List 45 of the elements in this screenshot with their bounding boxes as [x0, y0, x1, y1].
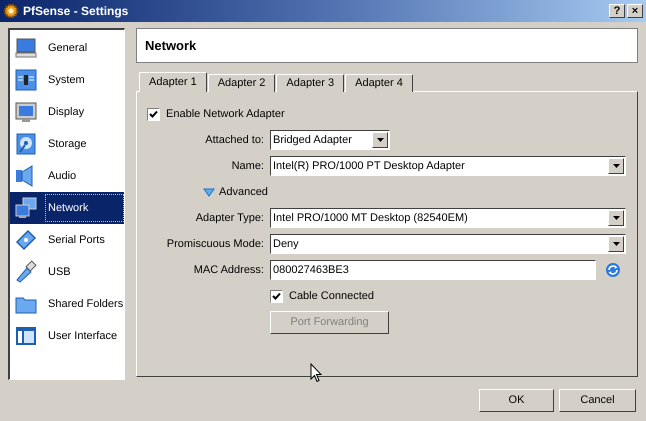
tab[interactable]: Adapter 1: [139, 72, 207, 92]
sidebar-item[interactable]: USB: [10, 256, 124, 288]
network-icon: [14, 196, 38, 220]
field-label: Attached to:: [204, 132, 264, 148]
cancel-button[interactable]: Cancel: [559, 389, 636, 412]
tab[interactable]: Adapter 4: [345, 74, 413, 92]
tab[interactable]: Adapter 3: [276, 74, 344, 92]
monitor-icon: [14, 100, 38, 124]
plug-icon: [14, 228, 38, 252]
advanced-toggle[interactable]: Advanced: [203, 184, 268, 200]
checkbox-label: Enable Network Adapter: [166, 106, 285, 122]
checkbox-label: Cable Connected: [289, 288, 374, 304]
sidebar-item[interactable]: Network: [10, 192, 124, 224]
ok-button[interactable]: OK: [479, 389, 554, 412]
sidebar-item[interactable]: Serial Ports: [10, 224, 124, 256]
field-label: Promiscuous Mode:: [166, 236, 264, 252]
field-label: Adapter Type:: [194, 210, 264, 226]
field-label: Name:: [230, 158, 264, 174]
window-title: PfSense - Settings: [23, 3, 128, 20]
sidebar-item[interactable]: Display: [10, 96, 124, 128]
chip-icon: [14, 68, 38, 92]
sidebar-item[interactable]: General: [10, 32, 124, 64]
dropdown[interactable]: Intel(R) PRO/1000 PT Desktop Adapter: [270, 156, 626, 176]
sidebar-item[interactable]: Shared Folders: [10, 288, 124, 320]
dropdown[interactable]: Bridged Adapter: [270, 130, 390, 150]
sidebar-item[interactable]: System: [10, 64, 124, 96]
mac-address-field[interactable]: 080027463BE3: [270, 260, 596, 280]
checkbox[interactable]: [270, 290, 283, 302]
refresh-icon[interactable]: [604, 261, 622, 279]
triangle-icon: [203, 186, 215, 198]
laptop-icon: [14, 36, 38, 60]
sidebar-item[interactable]: Storage: [10, 128, 124, 160]
dropdown[interactable]: Deny: [270, 234, 626, 254]
checkbox[interactable]: [147, 108, 160, 120]
close-button[interactable]: ×: [627, 4, 643, 18]
dropdown[interactable]: Intel PRO/1000 MT Desktop (82540EM): [270, 208, 626, 228]
sidebar-item[interactable]: Audio: [10, 160, 124, 192]
sidebar-item[interactable]: User Interface: [10, 320, 124, 352]
gear-icon: [3, 3, 19, 19]
help-button[interactable]: ?: [609, 4, 625, 18]
window-icon: [14, 324, 38, 348]
tab[interactable]: Adapter 2: [208, 74, 276, 92]
field-label: MAC Address:: [192, 262, 264, 278]
usb-icon: [14, 260, 38, 284]
page-title: Network: [145, 36, 196, 55]
